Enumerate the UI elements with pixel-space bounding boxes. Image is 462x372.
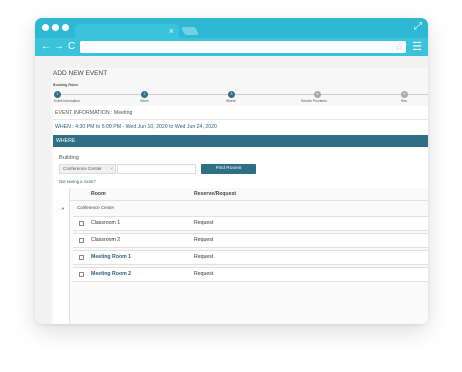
page-content: ADD NEW EVENT Booking Rules 1 Event Info… <box>51 68 428 324</box>
room-name: Classroom 1 <box>91 220 121 226</box>
expand-icon[interactable]: ⤢ <box>414 21 422 33</box>
table-row[interactable]: Classroom 2 Request <box>73 233 428 248</box>
request-link[interactable]: Request <box>194 220 213 226</box>
header-divider <box>69 200 428 201</box>
column-header-reserve-request[interactable]: Reserve/Request <box>194 191 236 197</box>
url-bar[interactable]: ☆ <box>80 41 406 53</box>
close-icon[interactable]: × <box>169 25 174 37</box>
browser-window: × ⤢ ← → C ☆ ☰ ADD NEW EVENT Booking Rule… <box>35 18 428 324</box>
row-checkbox[interactable] <box>79 238 84 243</box>
building-label: Building <box>59 155 79 161</box>
rooms-table: Room Reserve/Request ▼ Conference Center… <box>61 188 428 324</box>
step-label: Service Providers <box>301 99 327 103</box>
step-label: Where <box>226 99 236 103</box>
row-checkbox[interactable] <box>79 272 84 277</box>
group-label: Conference Center <box>77 205 115 210</box>
page-title: ADD NEW EVENT <box>53 70 108 77</box>
request-link[interactable]: Request <box>194 254 213 260</box>
request-link[interactable]: Request <box>194 271 213 277</box>
step-number: 2 <box>141 91 148 98</box>
window-dot-icon[interactable] <box>52 24 59 31</box>
step-number: 3 <box>228 91 235 98</box>
browser-tab[interactable]: × <box>75 24 179 38</box>
where-section-header: WHERE <box>53 135 428 147</box>
building-select-value: Conference Center <box>63 166 102 171</box>
collapse-caret-icon[interactable]: ▼ <box>61 206 65 211</box>
forward-arrow-icon[interactable]: → <box>54 40 64 54</box>
room-name[interactable]: Meeting Room 2 <box>91 271 131 277</box>
building-select[interactable]: Conference Center × <box>59 164 116 174</box>
reload-icon[interactable]: C <box>68 40 75 54</box>
request-link[interactable]: Request <box>194 237 213 243</box>
window-dot-icon[interactable] <box>62 24 69 31</box>
star-icon[interactable]: ☆ <box>395 41 403 53</box>
divider <box>53 119 428 120</box>
back-arrow-icon[interactable]: ← <box>41 40 51 54</box>
step-number: 5 <box>401 91 408 98</box>
table-row[interactable]: Meeting Room 2 Request <box>73 267 428 282</box>
step-label: Res <box>401 99 407 103</box>
event-form-card: EVENT INFORMATION : Meeting WHEN : 4:30 … <box>53 106 428 324</box>
row-checkbox[interactable] <box>79 221 84 226</box>
building-search-input[interactable] <box>117 164 196 174</box>
clear-icon[interactable]: × <box>110 165 113 173</box>
menu-icon[interactable]: ☰ <box>412 40 422 54</box>
row-checkbox[interactable] <box>79 255 84 260</box>
step-number: 4 <box>314 91 321 98</box>
table-row[interactable]: Classroom 1 Request <box>73 216 428 231</box>
table-border <box>69 188 70 324</box>
step-label: When <box>140 99 149 103</box>
find-rooms-button[interactable]: Find Rooms <box>201 164 256 174</box>
table-row[interactable]: Meeting Room 1 Request <box>73 250 428 265</box>
step-label: Event Information <box>54 99 80 103</box>
browser-titlebar: × ⤢ <box>35 18 428 38</box>
event-when-summary: WHEN : 4:30 PM to 5:00 PM - Wed Jun 10, … <box>55 124 217 130</box>
step-number: 1 <box>54 91 61 98</box>
event-information-title: EVENT INFORMATION : Meeting <box>55 110 133 116</box>
booking-rules-link[interactable]: Booking Rules <box>53 83 78 87</box>
not-seeing-room-link[interactable]: Not seeing a room? <box>59 179 96 184</box>
browser-toolbar: ← → C ☆ ☰ <box>35 38 428 56</box>
wizard-progress-line <box>57 94 428 95</box>
window-dot-icon[interactable] <box>42 24 49 31</box>
new-tab-button[interactable] <box>181 27 199 35</box>
column-header-room[interactable]: Room <box>91 191 106 197</box>
room-name: Classroom 2 <box>91 237 121 243</box>
room-name[interactable]: Meeting Room 1 <box>91 254 131 260</box>
